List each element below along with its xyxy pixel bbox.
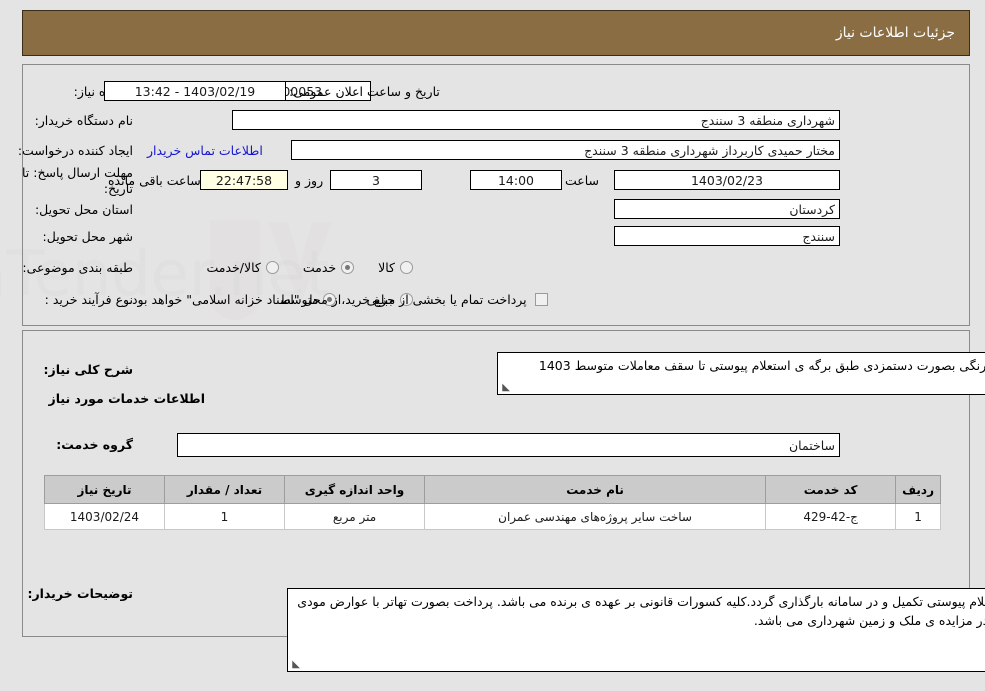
creator-label: ایجاد کننده درخواست:: [17, 143, 133, 158]
category-option-label-1: خدمت: [302, 260, 337, 275]
category-option-label-2: کالا/خدمت: [206, 260, 261, 275]
cell-code: ج-42-429: [765, 503, 897, 530]
remaining-suffix-label: ساعت باقی مانده: [108, 173, 201, 188]
cell-need-date: 1403/02/24: [44, 503, 165, 530]
table-col-row: ردیف: [895, 475, 941, 504]
services-heading: اطلاعات خدمات مورد نیاز: [48, 391, 206, 406]
page-title: جزئیات اطلاعات نیاز: [835, 25, 955, 41]
services-table: ردیف کد خدمت نام خدمت واحد اندازه گیری ت…: [44, 475, 941, 530]
process-label: نوع فرآیند خرید :: [44, 292, 133, 307]
table-col-need-date: تاریخ نیاز: [44, 475, 165, 504]
page-root: AriaTender.net جزئیات اطلاعات نیاز شماره…: [0, 0, 985, 691]
resize-grip-icon[interactable]: ◣: [290, 660, 300, 670]
checkbox-icon[interactable]: [534, 293, 548, 306]
table-col-unit: واحد اندازه گیری: [284, 475, 425, 504]
category-radio-group[interactable]: کالا خدمت کالا/خدمت: [206, 260, 413, 275]
remaining-days-value: 3: [330, 170, 422, 190]
cell-row: 1: [895, 503, 941, 530]
remaining-time-value: 22:47:58: [200, 170, 288, 190]
buyer-notes-textarea[interactable]: برگه ی استعلام پیوستی تکمیل و در سامانه …: [287, 588, 985, 672]
category-option-label-0: کالا: [378, 260, 395, 275]
buyer-notes-value: برگه ی استعلام پیوستی تکمیل و در سامانه …: [297, 594, 985, 628]
radio-icon[interactable]: [265, 261, 279, 274]
summary-label: شرح کلی نیاز:: [43, 362, 133, 377]
table-col-qty: تعداد / مقدار: [164, 475, 285, 504]
hour-label: ساعت: [565, 173, 600, 188]
table-row: 1 ج-42-429 ساخت سایر پروژه‌های مهندسی عم…: [44, 503, 941, 530]
service-group-value[interactable]: ساختمان: [177, 433, 840, 457]
cell-unit: متر مربع: [284, 503, 425, 530]
category-option-kala-khedmat[interactable]: کالا/خدمت: [206, 260, 279, 275]
service-group-label: گروه خدمت:: [56, 437, 133, 452]
province-label: استان محل تحویل:: [34, 202, 133, 217]
window-title-bar: جزئیات اطلاعات نیاز: [22, 10, 970, 56]
summary-textarea[interactable]: اجرای موزاییک فرش 40 در 40 رنگی بصورت دس…: [497, 352, 985, 395]
announce-label: تاریخ و ساعت اعلان عمومی:: [289, 84, 440, 99]
remaining-days-label: روز و: [295, 173, 324, 188]
table-col-code: کد خدمت: [765, 475, 897, 504]
category-option-kala[interactable]: کالا: [378, 260, 413, 275]
category-label: طبقه بندی موضوعی:: [22, 260, 133, 275]
buyer-org-label: نام دستگاه خریدار:: [34, 113, 133, 128]
table-col-name: نام خدمت: [423, 475, 767, 504]
treasury-note-label: پرداخت تمام یا بخشی از مبلغ خرید،از محل …: [128, 292, 527, 307]
creator-value: مختار حمیدی کاربرداز شهرداری منطقه 3 سنن…: [291, 140, 840, 160]
table-header-row: ردیف کد خدمت نام خدمت واحد اندازه گیری ت…: [44, 475, 941, 504]
deadline-time: 14:00: [470, 170, 562, 190]
resize-grip-icon[interactable]: ◣: [500, 383, 510, 393]
city-value: سنندج: [614, 226, 840, 246]
announce-value: 1403/02/19 - 13:42: [104, 81, 286, 101]
buyer-org-value: شهرداری منطقه 3 سنندج: [232, 110, 840, 130]
category-option-khedmat[interactable]: خدمت: [302, 260, 355, 275]
treasury-note-row[interactable]: پرداخت تمام یا بخشی از مبلغ خرید،از محل …: [128, 292, 548, 307]
city-label: شهر محل تحویل:: [42, 229, 133, 244]
radio-selected-icon[interactable]: [341, 261, 355, 274]
deadline-date: 1403/02/23: [614, 170, 840, 190]
buyer-contact-link[interactable]: اطلاعات تماس خریدار: [147, 143, 263, 158]
cell-qty: 1: [164, 503, 285, 530]
radio-icon[interactable]: [400, 261, 413, 274]
need-info-panel: [22, 64, 970, 326]
province-value: کردستان: [614, 199, 840, 219]
cell-name: ساخت سایر پروژه‌های مهندسی عمران: [423, 503, 767, 530]
buyer-notes-label: توضیحات خریدار:: [27, 586, 133, 601]
summary-value: اجرای موزاییک فرش 40 در 40 رنگی بصورت دس…: [538, 358, 985, 373]
